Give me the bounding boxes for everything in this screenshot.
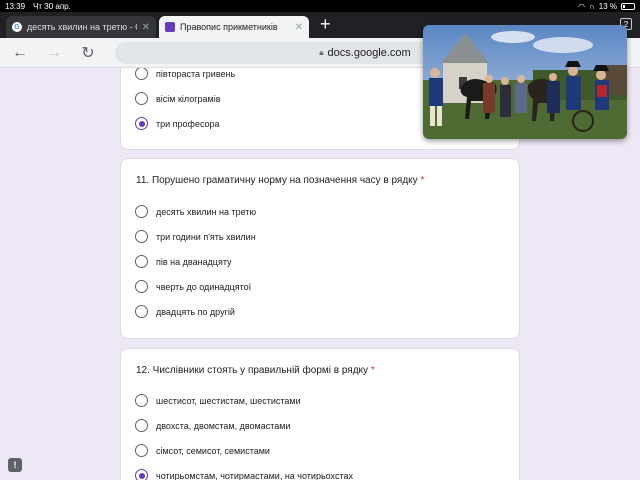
radio-button[interactable] [135, 68, 148, 80]
close-icon[interactable]: ✕ [142, 22, 150, 33]
required-mark: * [420, 175, 425, 186]
radio-option[interactable]: двадцять по другій [135, 305, 235, 318]
required-mark: * [370, 365, 375, 376]
google-icon: G [12, 22, 22, 32]
option-label: чверть до одинадцятої [156, 281, 252, 292]
radio-button[interactable] [135, 205, 148, 218]
question-title: 12. Числівники стоять у правильній формі… [121, 365, 390, 376]
new-tab-button[interactable]: + [320, 14, 331, 35]
tab-google-form[interactable]: Правопис прикметників ✕ [159, 16, 309, 38]
radio-option[interactable]: двохста, двомстам, двомастами [135, 419, 290, 432]
question-card-11: 11. Порушено граматичну норму на позначе… [120, 158, 520, 339]
tab-title: десять хвилин на третю - G [27, 22, 137, 32]
radio-button[interactable] [135, 444, 148, 457]
radio-option[interactable]: півтораста гривень [135, 68, 235, 80]
radio-button-selected[interactable] [135, 117, 148, 130]
back-arrow-icon[interactable]: ← [10, 44, 30, 62]
radio-option[interactable]: три професора [135, 117, 220, 130]
option-label: десять хвилин на третю [156, 206, 257, 217]
lock-icon: 🔒︎ [319, 48, 324, 57]
status-bar: 13:39 Чт 30 апр. ◠ ∩ 13 % [0, 0, 640, 12]
question-card-12: 12. Числівники стоять у правильній формі… [120, 348, 520, 480]
video-frame [423, 25, 627, 139]
option-label: півтораста гривень [156, 68, 236, 79]
radio-option[interactable]: три години п'ять хвилин [135, 230, 256, 243]
url-text: docs.google.com [327, 47, 411, 59]
reload-icon[interactable]: ↻ [78, 43, 98, 63]
radio-option[interactable]: шестисот, шестистам, шестистами [135, 394, 301, 407]
option-label: пів на дванадцяту [156, 256, 232, 267]
tab-google-search[interactable]: G десять хвилин на третю - G ✕ [6, 16, 156, 38]
question-text: 11. Порушено граматичну норму на позначе… [136, 175, 418, 186]
option-label: вісім кілограмів [156, 93, 221, 104]
radio-button[interactable] [135, 280, 148, 293]
radio-option[interactable]: сімсот, семисот, семистами [135, 444, 270, 457]
radio-option[interactable]: чверть до одинадцятої [135, 280, 251, 293]
battery-icon [621, 2, 635, 10]
option-label: сімсот, семисот, семистами [156, 445, 270, 456]
option-label: три професора [156, 118, 220, 129]
option-label: три години п'ять хвилин [156, 231, 256, 242]
report-feedback-button[interactable]: ! [8, 458, 22, 472]
radio-option[interactable]: чотирьомстам, чотирмастами, на чотирьохс… [135, 469, 353, 480]
option-label: двохста, двомстам, двомастами [156, 420, 291, 431]
radio-button[interactable] [135, 92, 148, 105]
headphones-icon: ∩ [589, 1, 595, 11]
radio-button[interactable] [135, 230, 148, 243]
radio-button[interactable] [135, 255, 148, 268]
option-label: чотирьомстам, чотирмастами, на чотирьохс… [156, 470, 353, 480]
status-time: 13:39 [5, 1, 26, 11]
radio-button[interactable] [135, 419, 148, 432]
radio-button[interactable] [135, 305, 148, 318]
radio-option[interactable]: десять хвилин на третю [135, 205, 256, 218]
option-label: шестисот, шестистам, шестистами [156, 395, 301, 406]
picture-in-picture-video[interactable] [423, 25, 627, 139]
option-label: двадцять по другій [156, 306, 235, 317]
radio-option[interactable]: вісім кілограмів [135, 92, 221, 105]
forward-arrow-icon[interactable]: → [44, 44, 64, 62]
tab-title: Правопис прикметників [180, 22, 278, 32]
forms-icon [165, 22, 175, 32]
wifi-icon: ◠ [578, 1, 586, 11]
question-title: 11. Порушено граматичну норму на позначе… [121, 175, 439, 186]
battery-percent: 13 % [598, 1, 617, 11]
radio-button-selected[interactable] [135, 469, 148, 480]
close-icon[interactable]: ✕ [295, 22, 303, 33]
status-date: Чт 30 апр. [33, 1, 71, 11]
question-text: 12. Числівники стоять у правильній формі… [136, 365, 369, 376]
radio-option[interactable]: пів на дванадцяту [135, 255, 232, 268]
radio-button[interactable] [135, 394, 148, 407]
